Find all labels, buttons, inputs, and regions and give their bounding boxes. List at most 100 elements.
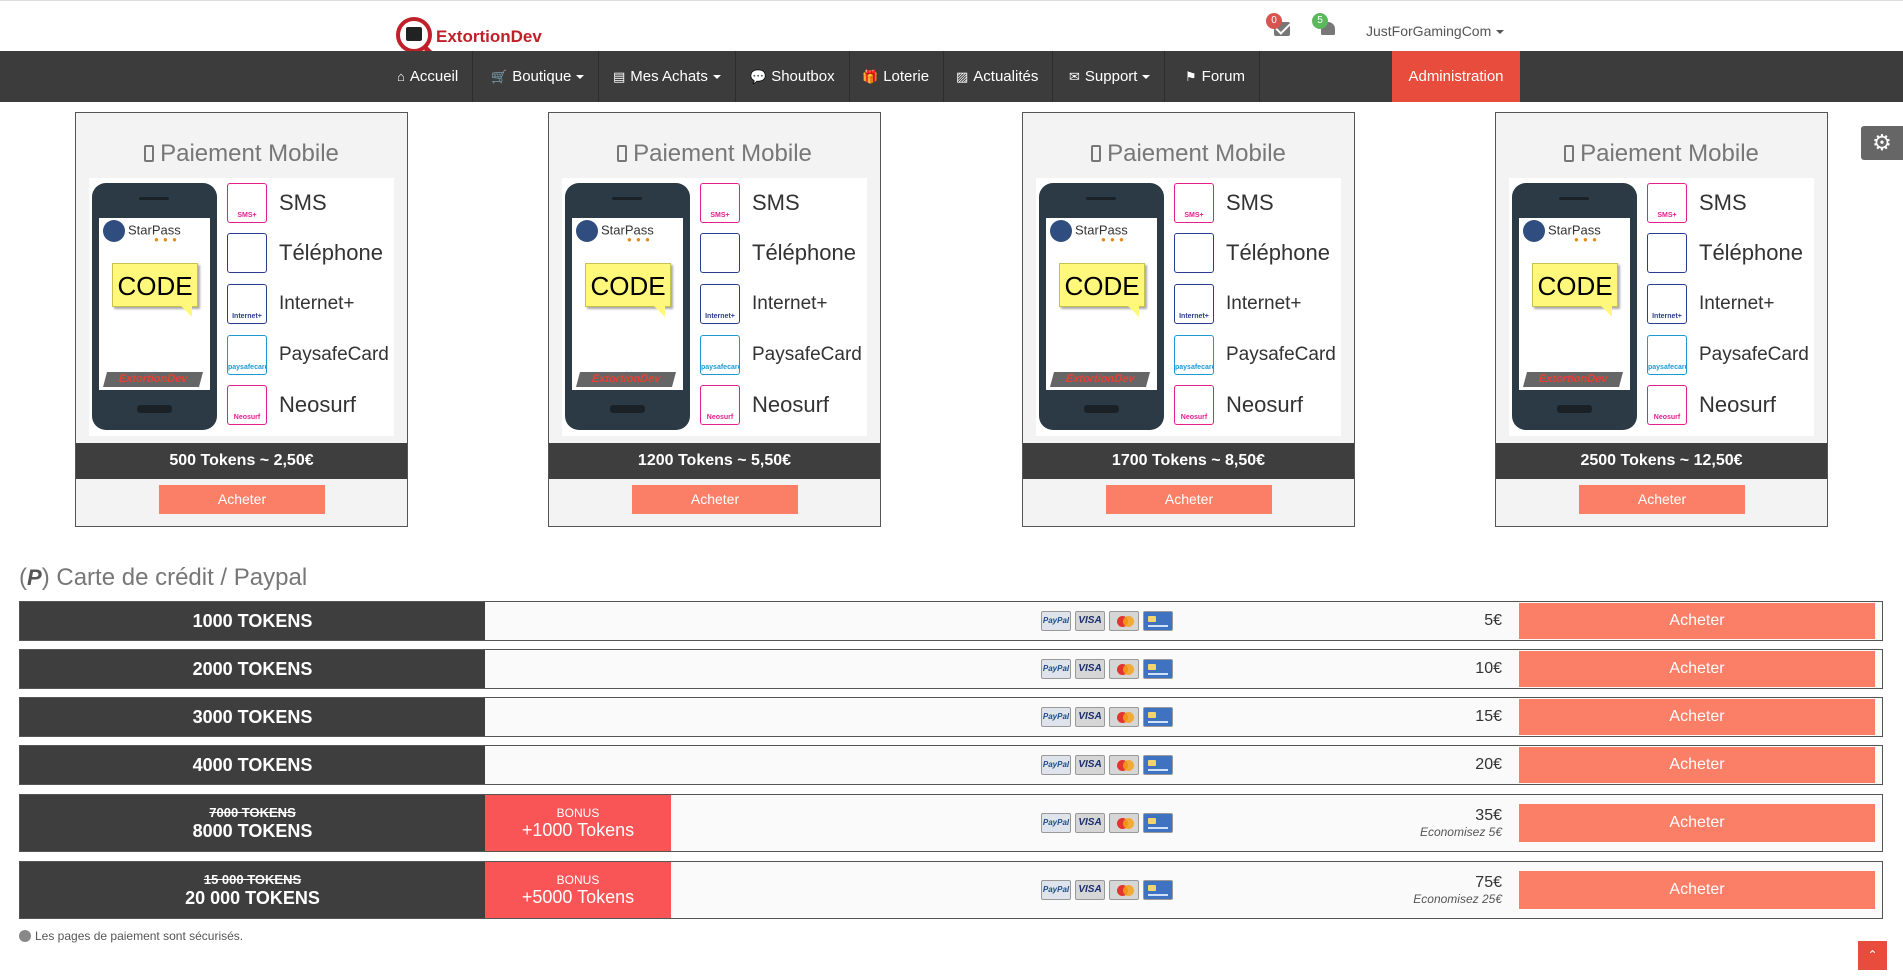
visa-icon: VISA [1075, 880, 1105, 900]
chevron-down-icon [576, 75, 585, 80]
cart-icon: 🛒 [491, 69, 508, 84]
bonus-badge: BONUS +5000 Tokens [485, 862, 671, 918]
buy-button[interactable]: Acheter [1519, 651, 1875, 687]
code-bubble: CODE [112, 263, 198, 317]
price-amount: 75€ Economisez 25€ [1413, 874, 1502, 906]
gear-icon[interactable]: ⚙ [1861, 126, 1903, 160]
payment-logos: PayPal VISA [1041, 611, 1177, 631]
mastercard-icon [1109, 813, 1139, 833]
buy-button[interactable]: Acheter [159, 485, 325, 514]
flag-icon: ⚑ [1185, 69, 1197, 84]
method-internet: Internet+ Internet+ [1647, 284, 1775, 324]
buy-button[interactable]: Acheter [1519, 804, 1875, 842]
globe-icon [103, 220, 125, 242]
savings-note: Economisez 25€ [1413, 892, 1502, 906]
offer-price: 1700 Tokens ~ 8,50€ [1023, 443, 1354, 479]
section-title: (P) Carte de crédit / Paypal [19, 564, 308, 591]
secure-note: Les pages de paiement sont sécurisés. [19, 929, 243, 943]
brand-logo[interactable]: ExtortionDev [396, 17, 542, 53]
messages-badge: 0 [1266, 13, 1282, 29]
method-neosurf: Neosurf Neosurf [1647, 385, 1776, 425]
globe-icon [1050, 220, 1072, 242]
nav-support[interactable]: ✉ Support [1055, 51, 1166, 102]
buy-button[interactable]: Acheter [1519, 871, 1875, 909]
method-sms: SMS+ SMS [1647, 183, 1747, 223]
mobile-phone-icon [1564, 145, 1575, 162]
payment-logos: PayPal VISA [1041, 659, 1177, 679]
phone-icon [227, 233, 267, 273]
method-telephone: Téléphone [227, 233, 383, 273]
tokens-label: 4000 TOKENS [20, 746, 485, 784]
method-telephone: Téléphone [700, 233, 856, 273]
visa-icon: VISA [1075, 611, 1105, 631]
bonus-badge: BONUS +1000 Tokens [485, 795, 671, 851]
sms-icon: SMS+ [227, 183, 267, 223]
payment-methods-panel: StarPass ● ● ● CODE ExtortionDev SMS+ SMS … [562, 178, 867, 436]
globe-icon [576, 220, 598, 242]
buy-button[interactable]: Acheter [1519, 699, 1875, 735]
card-title: Paiement Mobile [549, 140, 880, 168]
starpass-logo: StarPass ● ● ● [103, 220, 181, 244]
paypal-icon: PayPal [1041, 659, 1071, 679]
mobile-phone-icon [1091, 145, 1102, 162]
nav-mes-achats[interactable]: ▤ Mes Achats [599, 51, 736, 102]
credit-card-icon [1143, 659, 1173, 679]
phone-illustration: StarPass ● ● ● CODE ExtortionDev [565, 183, 690, 430]
phone-illustration: StarPass ● ● ● CODE ExtortionDev [1512, 183, 1637, 430]
nav-forum[interactable]: ⚑ Forum [1171, 51, 1260, 102]
phone-illustration: StarPass ● ● ● CODE ExtortionDev [1039, 183, 1164, 430]
admin-button[interactable]: Administration [1392, 51, 1520, 102]
mobile-offer-card: Paiement Mobile StarPass ● ● ● CODE Extor… [75, 112, 408, 527]
username: JustForGamingCom [1366, 23, 1492, 39]
method-paysafecard: paysafecard PaysafeCard [700, 335, 862, 375]
phone-icon [700, 233, 740, 273]
method-paysafecard: paysafecard PaysafeCard [1174, 335, 1336, 375]
price-amount: 10€ [1475, 660, 1502, 677]
phone-icon [1647, 233, 1687, 273]
top-header: ExtortionDev 0 5 JustForGamingCom [0, 0, 1903, 53]
nav-actualites[interactable]: ▨ Actualités [942, 51, 1054, 102]
tokens-label: 3000 TOKENS [20, 698, 485, 736]
nav-shoutbox[interactable]: 💬 Shoutbox [736, 51, 850, 102]
user-menu[interactable]: JustForGamingCom [1366, 23, 1505, 39]
price-amount: 35€ Economisez 5€ [1419, 807, 1502, 839]
payment-methods-panel: StarPass ● ● ● CODE ExtortionDev SMS+ SMS … [1036, 178, 1341, 436]
chevron-down-icon [712, 75, 721, 80]
method-telephone: Téléphone [1174, 233, 1330, 273]
starpass-logo: StarPass ● ● ● [576, 220, 654, 244]
old-tokens: 7000 TOKENS [209, 804, 296, 820]
nav-accueil[interactable]: ⌂ Accueil [383, 51, 474, 102]
neosurf-icon: Neosurf [1647, 385, 1687, 425]
starpass-logo: StarPass ● ● ● [1523, 220, 1601, 244]
buy-button[interactable]: Acheter [1519, 747, 1875, 783]
internet-plus-icon: Internet+ [227, 284, 267, 324]
buy-button[interactable]: Acheter [632, 485, 798, 514]
phone-icon [1174, 233, 1214, 273]
scroll-to-top-button[interactable]: ⌃ [1858, 941, 1887, 970]
price-amount: 5€ [1484, 612, 1502, 629]
table-row: 3000 TOKENS PayPal VISA 15€ Acheter [19, 697, 1883, 737]
savings-note: Economisez 5€ [1419, 825, 1502, 839]
chevron-down-icon [1496, 30, 1505, 35]
code-bubble: CODE [1532, 263, 1618, 317]
brand-tag: ExtortionDev [102, 372, 204, 387]
buy-button[interactable]: Acheter [1519, 603, 1875, 639]
code-bubble: CODE [585, 263, 671, 317]
nav-boutique[interactable]: 🛒 Boutique [477, 51, 600, 102]
nav-loterie[interactable]: 🎁 Loterie [848, 51, 945, 102]
visa-icon: VISA [1075, 755, 1105, 775]
chat-icon: 💬 [750, 69, 767, 84]
method-sms: SMS+ SMS [1174, 183, 1274, 223]
brand-tag: ExtortionDev [1522, 372, 1624, 387]
payment-methods-panel: StarPass ● ● ● CODE ExtortionDev SMS+ SMS … [1509, 178, 1814, 436]
method-internet: Internet+ Internet+ [1174, 284, 1302, 324]
logo-icon [396, 17, 432, 53]
neosurf-icon: Neosurf [700, 385, 740, 425]
payment-methods-panel: StarPass ● ● ● CODE ExtortionDev SMS+ SMS … [89, 178, 394, 436]
method-telephone: Téléphone [1647, 233, 1803, 273]
paypal-icon: PayPal [1041, 755, 1071, 775]
buy-button[interactable]: Acheter [1106, 485, 1272, 514]
chevron-down-icon [1142, 75, 1151, 80]
paysafecard-icon: paysafecard [1174, 335, 1214, 375]
buy-button[interactable]: Acheter [1579, 485, 1745, 514]
